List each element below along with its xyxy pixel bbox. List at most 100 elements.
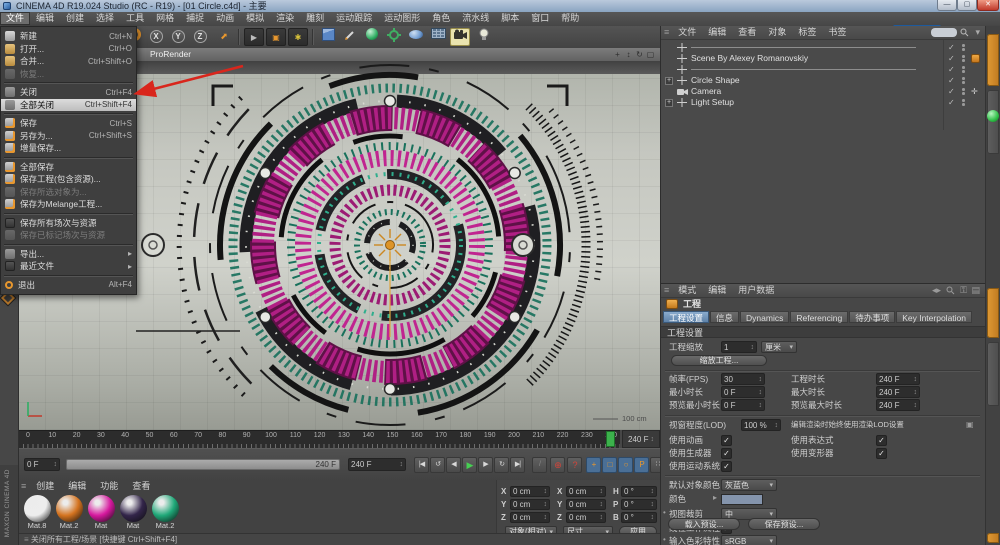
previous-frame-button[interactable]: ◀ (446, 457, 461, 473)
visibility-dots[interactable] (962, 66, 965, 74)
object-name[interactable]: Light Setup (691, 97, 734, 108)
menu-tools[interactable]: 工具 (120, 12, 150, 25)
target-tag-icon[interactable]: ✛ (971, 86, 978, 97)
material-menu-edit[interactable]: 编辑 (61, 481, 93, 491)
timeline-end-frame-field[interactable]: 240 F↕ (622, 430, 660, 448)
lock-y-axis-button[interactable]: Y (168, 28, 188, 46)
light-button[interactable] (474, 28, 494, 46)
om-search-field[interactable] (931, 28, 957, 37)
material-item[interactable]: Mat.8 (22, 495, 52, 531)
file-menu-item-save[interactable]: 保存Ctrl+S (1, 117, 136, 130)
material-sphere[interactable] (152, 495, 179, 522)
file-menu-item-save-marked-takes[interactable]: 保存已标记场次与资源 (1, 229, 136, 242)
render-view-button[interactable]: ▶ (244, 28, 264, 46)
size-x-field[interactable]: 0 cm↕ (566, 486, 606, 497)
deformer-button[interactable] (384, 28, 404, 46)
file-menu-item-save-takes[interactable]: 保存所有场次与资源 (1, 217, 136, 230)
next-frame-button[interactable]: ▶ (478, 457, 493, 473)
timeline-ruler[interactable]: 0102030405060708090100110120130140150160… (18, 430, 620, 449)
current-frame-field[interactable]: 0 F↕ (24, 458, 60, 471)
menu-animate[interactable]: 动画 (210, 12, 240, 25)
menu-script[interactable]: 脚本 (495, 12, 525, 25)
project-scale-unit-dropdown[interactable]: 厘米▾ (761, 341, 797, 353)
max-time-field[interactable]: 240 F↕ (876, 386, 920, 398)
menu-mograph[interactable]: 运动图形 (378, 12, 426, 25)
panel-grid-icon[interactable]: ≡ (661, 285, 672, 295)
pos-z-field[interactable]: 0 cm↕ (510, 512, 550, 523)
spline-pen-button[interactable] (340, 28, 360, 46)
dock-tab-orange-top[interactable] (987, 34, 999, 86)
om-menu-objects[interactable]: 对象 (762, 27, 792, 37)
close-button[interactable]: ✕ (977, 0, 999, 11)
file-menu-item-close[interactable]: 关闭Ctrl+F4 (1, 86, 136, 99)
max-frame-field[interactable]: 240 F↕ (348, 458, 406, 471)
file-menu-item-save-project-assets[interactable]: 保存工程(包含资源)... (1, 173, 136, 186)
material-item[interactable]: Mat.2 (54, 495, 84, 531)
attr-menu-edit[interactable]: 编辑 (702, 285, 732, 295)
file-menu-item-save-all[interactable]: 全部保存 (1, 161, 136, 174)
key-rotation-toggle[interactable]: ○ (618, 457, 633, 473)
visibility-dots[interactable] (962, 55, 965, 63)
lod-field[interactable]: 100 %↕ (741, 419, 781, 431)
file-menu-item-open[interactable]: 打开...Ctrl+O (1, 43, 136, 56)
use-deformers-checkbox[interactable]: ✓ (876, 448, 887, 459)
default-color-swatch[interactable] (721, 494, 763, 505)
attr-menu-mode[interactable]: 模式 (672, 285, 702, 295)
lock-z-axis-button[interactable]: Z (190, 28, 210, 46)
coordinate-system-button[interactable]: ⬈ (214, 28, 234, 46)
object-name[interactable]: Circle Shape (691, 75, 740, 86)
record-keyframe-button[interactable]: ⊕ (550, 457, 565, 473)
enable-check-icon[interactable]: ✓ (948, 75, 955, 86)
timeline-range-slider[interactable]: 240 F (66, 459, 340, 470)
file-menu-item-new[interactable]: 新建Ctrl+N (1, 30, 136, 43)
enable-check-icon[interactable]: ✓ (948, 42, 955, 53)
play-reverse-loop-button[interactable]: ↺ (430, 457, 445, 473)
tab-info[interactable]: 信息 (710, 311, 739, 323)
enable-check-icon[interactable]: ✓ (948, 64, 955, 75)
duration-field[interactable]: 240 F↕ (876, 373, 920, 385)
camera-button-selected[interactable] (450, 28, 470, 46)
fps-field[interactable]: 30↕ (721, 373, 765, 385)
object-row-camera[interactable]: Camera✓✛ (661, 86, 985, 97)
loop-button[interactable]: ↻ (494, 457, 509, 473)
menu-snap[interactable]: 捕捉 (180, 12, 210, 25)
expand-icon[interactable]: + (665, 77, 673, 85)
om-menu-edit[interactable]: 编辑 (702, 27, 732, 37)
menu-simulate[interactable]: 模拟 (240, 12, 270, 25)
object-row-null-separator[interactable]: ✓ (661, 64, 985, 75)
visibility-dots[interactable] (962, 99, 965, 107)
file-menu-item-recent-files[interactable]: 最近文件▸ (1, 260, 136, 273)
preview-min-field[interactable]: 0 F↕ (721, 399, 765, 411)
project-settings-section-header[interactable]: 工程设置 (661, 326, 985, 338)
size-y-field[interactable]: 0 cm↕ (566, 499, 606, 510)
input-color-profile-dropdown[interactable]: sRGB▾ (721, 535, 777, 545)
dock-tab-orange-attributes[interactable] (987, 288, 999, 338)
material-sphere[interactable] (88, 495, 115, 522)
search-icon[interactable] (960, 28, 969, 37)
om-menu-view[interactable]: 查看 (732, 27, 762, 37)
menu-create[interactable]: 创建 (60, 12, 90, 25)
save-preset-button[interactable]: 保存预设... (748, 518, 820, 530)
menu-select[interactable]: 选择 (90, 12, 120, 25)
render-lod-checkbox[interactable]: ▣ (966, 420, 974, 429)
om-menu-bookmarks[interactable]: 书签 (822, 27, 852, 37)
menu-sculpt[interactable]: 雕刻 (300, 12, 330, 25)
use-expressions-checkbox[interactable]: ✓ (876, 435, 887, 446)
expand-arrow-icon[interactable]: ▸ (713, 493, 717, 502)
attr-menu-userdata[interactable]: 用户数据 (732, 285, 780, 295)
use-generators-checkbox[interactable]: ✓ (721, 448, 732, 459)
file-menu-item-save-selected[interactable]: 保存所选对象为... (1, 186, 136, 199)
material-sphere[interactable] (24, 495, 51, 522)
project-scale-field[interactable]: 1↕ (721, 341, 757, 353)
panel-grid-icon[interactable]: ≡ (661, 27, 672, 37)
use-animation-checkbox[interactable]: ✓ (721, 435, 732, 446)
object-row-circle-shape[interactable]: + Circle Shape ✓ (661, 75, 985, 86)
menu-mesh[interactable]: 网格 (150, 12, 180, 25)
menu-character[interactable]: 角色 (426, 12, 456, 25)
green-status-dot[interactable] (987, 110, 999, 122)
menu-help[interactable]: 帮助 (555, 12, 585, 25)
render-settings-button[interactable]: ✱ (288, 28, 308, 46)
panel-options-icon[interactable]: ▾ (975, 26, 980, 39)
expand-arrow-icon[interactable]: • (663, 508, 666, 517)
tab-referencing[interactable]: Referencing (790, 311, 848, 323)
